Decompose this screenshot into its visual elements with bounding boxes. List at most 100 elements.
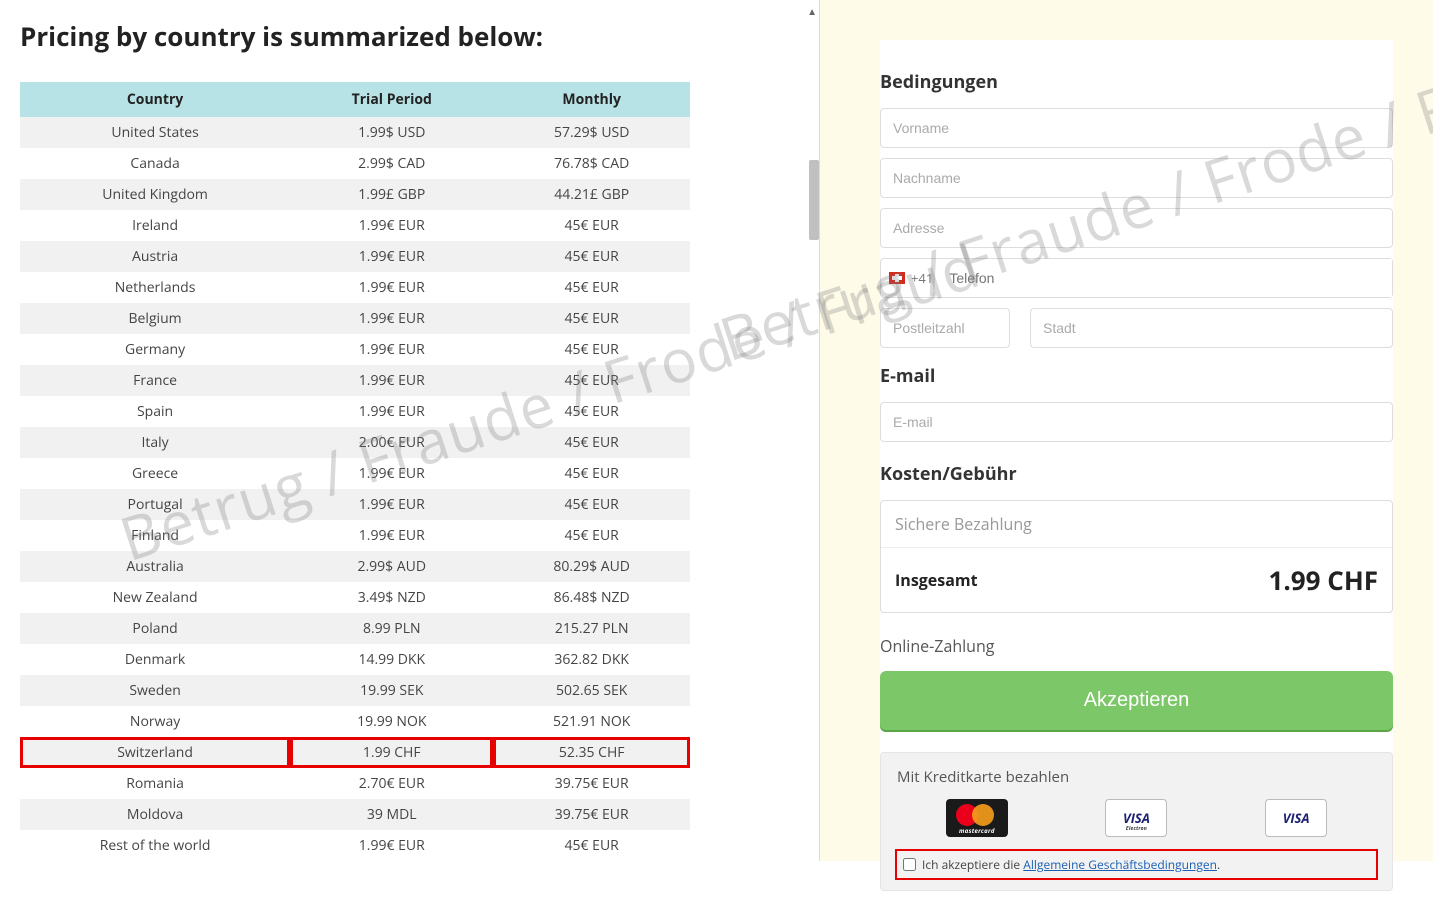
cell-country: Austria: [20, 241, 290, 272]
visa-electron-icon: VISA: [1105, 799, 1167, 837]
cell-trial: 2.00€ EUR: [290, 427, 493, 458]
table-row: Greece1.99€ EUR45€ EUR: [20, 458, 690, 489]
pricing-heading: Pricing by country is summarized below:: [20, 18, 799, 54]
table-row: New Zealand3.49$ NZD86.48$ NZD: [20, 582, 690, 613]
online-payment-title: Online-Zahlung: [880, 635, 1393, 657]
checkout-pane: Bedingungen +41 E-mail Kosten/Gebühr Sic…: [820, 0, 1433, 861]
pricing-pane: ▲ Pricing by country is summarized below…: [0, 0, 820, 861]
cell-monthly: 45€ EUR: [493, 830, 690, 861]
cell-monthly: 45€ EUR: [493, 241, 690, 272]
cell-monthly: 45€ EUR: [493, 272, 690, 303]
total-label: Insgesamt: [895, 569, 978, 591]
firstname-field[interactable]: [880, 108, 1393, 148]
cell-country: Ireland: [20, 210, 290, 241]
conditions-title: Bedingungen: [880, 70, 1393, 94]
table-row: Italy2.00€ EUR45€ EUR: [20, 427, 690, 458]
cell-country: Norway: [20, 706, 290, 737]
col-monthly: Monthly: [493, 82, 690, 117]
scrollbar-thumb[interactable]: [809, 160, 819, 240]
cell-trial: 19.99 SEK: [290, 675, 493, 706]
cell-country: Romania: [20, 768, 290, 799]
cell-monthly: 76.78$ CAD: [493, 148, 690, 179]
cell-country: Germany: [20, 334, 290, 365]
table-row: Moldova39 MDL39.75€ EUR: [20, 799, 690, 830]
cell-monthly: 57.29$ USD: [493, 117, 690, 148]
cell-monthly: 45€ EUR: [493, 520, 690, 551]
terms-row: Ich akzeptiere die Allgemeine Geschäftsb…: [897, 851, 1376, 878]
cell-country: Denmark: [20, 644, 290, 675]
table-row: Denmark14.99 DKK362.82 DKK: [20, 644, 690, 675]
visa-icon: VISA: [1265, 799, 1327, 837]
city-field[interactable]: [1030, 308, 1393, 348]
cell-monthly: 521.91 NOK: [493, 706, 690, 737]
cc-title: Mit Kreditkarte bezahlen: [897, 767, 1376, 787]
col-country: Country: [20, 82, 290, 117]
cell-monthly: 44.21£ GBP: [493, 179, 690, 210]
terms-prefix: Ich akzeptiere die: [922, 856, 1023, 873]
cell-trial: 1.99$ USD: [290, 117, 493, 148]
cell-trial: 2.99$ CAD: [290, 148, 493, 179]
cell-country: United Kingdom: [20, 179, 290, 210]
lastname-field[interactable]: [880, 158, 1393, 198]
cell-country: Rest of the world: [20, 830, 290, 861]
cell-trial: 1.99€ EUR: [290, 458, 493, 489]
cell-country: Australia: [20, 551, 290, 582]
cell-country: Spain: [20, 396, 290, 427]
cell-trial: 2.99$ AUD: [290, 551, 493, 582]
cell-trial: 1.99€ EUR: [290, 520, 493, 551]
table-row: Ireland1.99€ EUR45€ EUR: [20, 210, 690, 241]
accept-button[interactable]: Akzeptieren: [880, 671, 1393, 730]
pricing-table: Country Trial Period Monthly United Stat…: [20, 82, 690, 861]
cell-monthly: 45€ EUR: [493, 365, 690, 396]
cell-monthly: 45€ EUR: [493, 489, 690, 520]
table-row: Spain1.99€ EUR45€ EUR: [20, 396, 690, 427]
phone-prefix[interactable]: +41: [881, 269, 941, 287]
cell-country: Sweden: [20, 675, 290, 706]
cell-monthly: 45€ EUR: [493, 334, 690, 365]
cell-trial: 1.99€ EUR: [290, 303, 493, 334]
cell-trial: 1.99€ EUR: [290, 396, 493, 427]
cell-monthly: 45€ EUR: [493, 303, 690, 334]
cell-trial: 1.99 CHF: [290, 737, 493, 768]
cell-trial: 1.99€ EUR: [290, 830, 493, 861]
phone-field[interactable]: [941, 259, 1392, 297]
table-row: Romania2.70€ EUR39.75€ EUR: [20, 768, 690, 799]
cell-monthly: 45€ EUR: [493, 458, 690, 489]
phone-field-wrapper: +41: [880, 258, 1393, 298]
terms-checkbox[interactable]: [903, 858, 916, 871]
cell-country: Greece: [20, 458, 290, 489]
table-row: Germany1.99€ EUR45€ EUR: [20, 334, 690, 365]
table-row: Poland8.99 PLN215.27 PLN: [20, 613, 690, 644]
cell-country: Moldova: [20, 799, 290, 830]
table-row: United States1.99$ USD57.29$ USD: [20, 117, 690, 148]
terms-link[interactable]: Allgemeine Geschäftsbedingungen: [1023, 856, 1217, 873]
cell-country: Poland: [20, 613, 290, 644]
cell-monthly: 45€ EUR: [493, 396, 690, 427]
cell-monthly: 39.75€ EUR: [493, 799, 690, 830]
cell-monthly: 52.35 CHF: [493, 737, 690, 768]
cell-country: Italy: [20, 427, 290, 458]
cell-country: Portugal: [20, 489, 290, 520]
cell-trial: 1.99€ EUR: [290, 272, 493, 303]
cell-country: Belgium: [20, 303, 290, 334]
col-trial: Trial Period: [290, 82, 493, 117]
cell-trial: 1.99€ EUR: [290, 241, 493, 272]
cell-monthly: 215.27 PLN: [493, 613, 690, 644]
zip-field[interactable]: [880, 308, 1010, 348]
address-field[interactable]: [880, 208, 1393, 248]
cost-box: Sichere Bezahlung Insgesamt 1.99 CHF: [880, 500, 1393, 613]
secure-payment-label: Sichere Bezahlung: [881, 501, 1392, 548]
email-field[interactable]: [880, 402, 1393, 442]
cost-title: Kosten/Gebühr: [880, 462, 1393, 486]
cell-monthly: 502.65 SEK: [493, 675, 690, 706]
phone-code: +41: [911, 269, 933, 287]
cell-monthly: 86.48$ NZD: [493, 582, 690, 613]
table-row: Portugal1.99€ EUR45€ EUR: [20, 489, 690, 520]
table-row: Belgium1.99€ EUR45€ EUR: [20, 303, 690, 334]
table-row: Netherlands1.99€ EUR45€ EUR: [20, 272, 690, 303]
cell-trial: 39 MDL: [290, 799, 493, 830]
cell-monthly: 45€ EUR: [493, 427, 690, 458]
cell-trial: 14.99 DKK: [290, 644, 493, 675]
cell-monthly: 80.29$ AUD: [493, 551, 690, 582]
cell-country: New Zealand: [20, 582, 290, 613]
